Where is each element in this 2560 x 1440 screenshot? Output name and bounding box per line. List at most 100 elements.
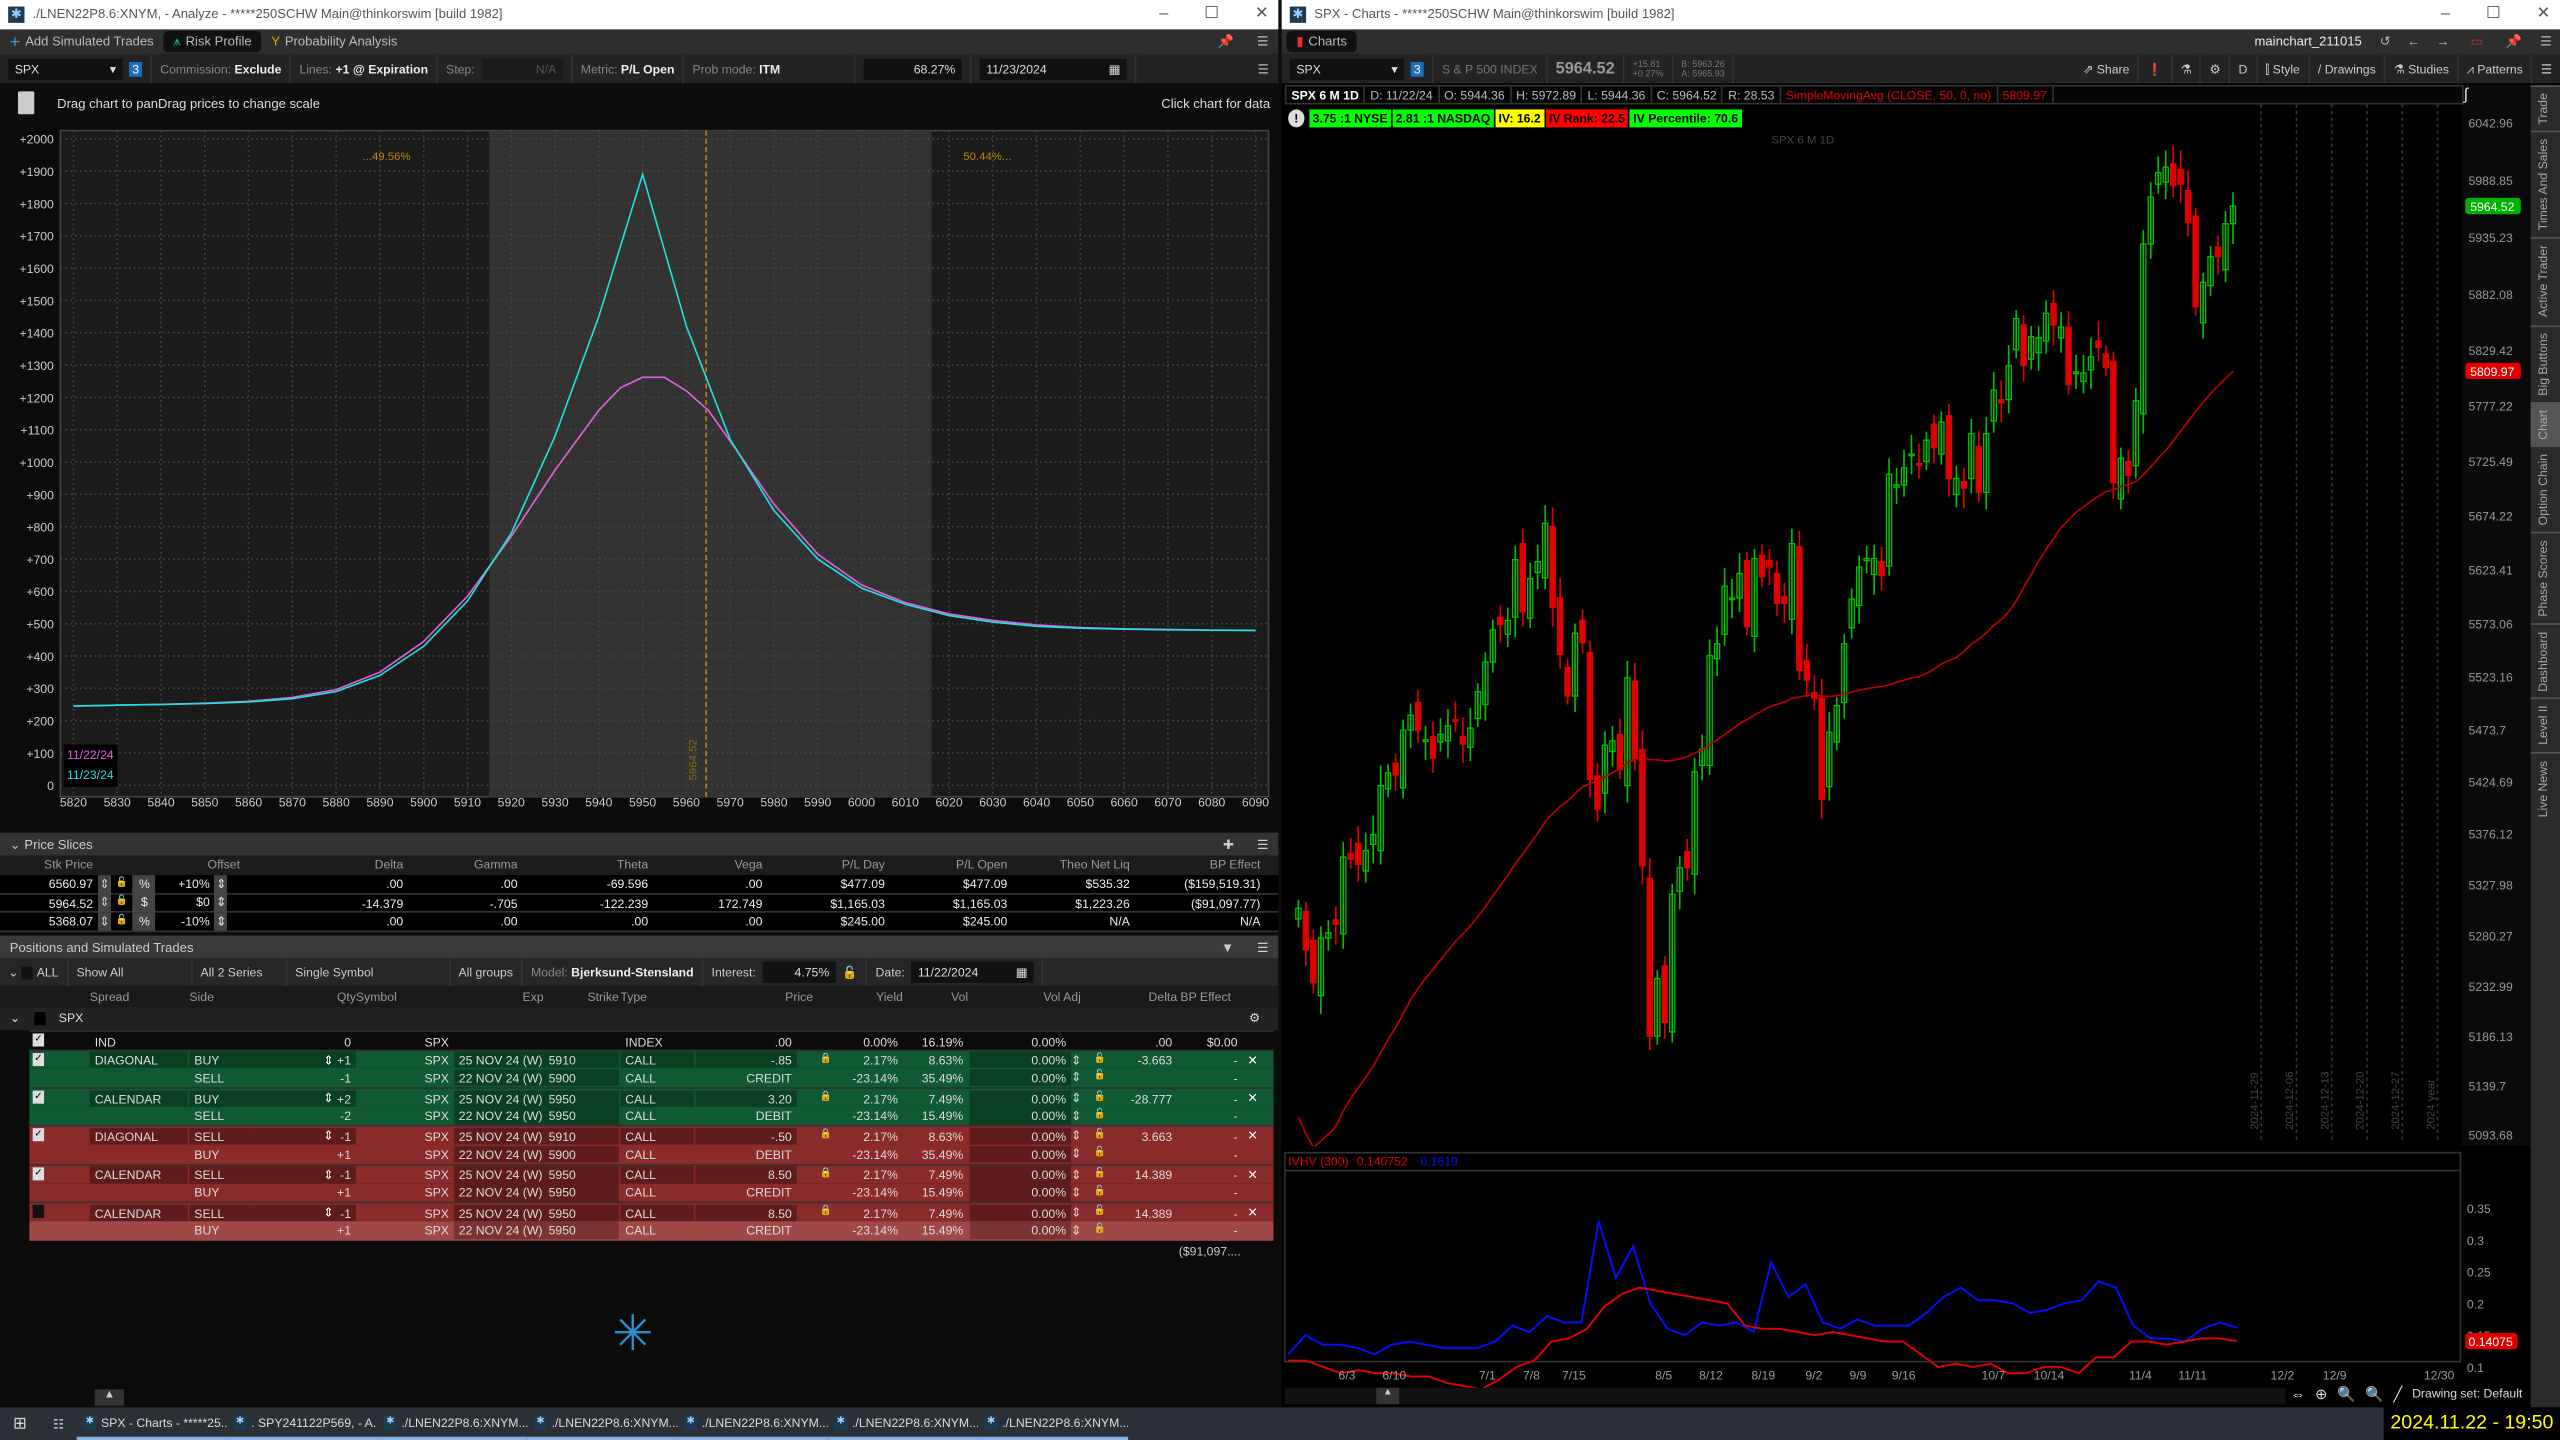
exp-cell[interactable]: 22 NOV 24 (W) <box>454 1107 544 1124</box>
lock-icon[interactable]: 🔓 <box>116 912 128 931</box>
calendar-icon[interactable]: ▦ <box>1016 965 1028 980</box>
draw-line-icon[interactable]: ╱ <box>2393 1386 2402 1404</box>
remove-button[interactable]: ✕ <box>1247 1165 1257 1184</box>
taskbar-item[interactable]: ✱./LNEN22P8.6:XNYM... <box>678 1407 828 1440</box>
minimize-button[interactable]: – <box>1159 0 1168 29</box>
lock-icon[interactable]: 🔓 <box>1094 1165 1106 1184</box>
offset-unit-button[interactable]: % <box>133 912 156 931</box>
price-cell[interactable]: 8.50 <box>696 1204 797 1221</box>
row-checkbox[interactable]: ✓ <box>33 1033 44 1046</box>
risk-profile-chart[interactable]: 0+100+200+300+400+500+600+700+800+900+10… <box>0 124 1278 816</box>
qty-cell[interactable]: -1 <box>255 1166 356 1183</box>
scroll-handle[interactable]: ▲ <box>1376 1388 1399 1404</box>
type-cell[interactable]: CALL <box>620 1204 693 1221</box>
add-slice-button[interactable]: ✚ <box>1223 837 1257 852</box>
select-all-checkbox[interactable] <box>22 966 33 979</box>
lock-icon[interactable]: 🔓 <box>116 893 128 912</box>
price-stepper[interactable]: ⇕ <box>98 874 111 893</box>
interest-input[interactable]: 4.75% <box>762 962 835 983</box>
zoom-in-icon[interactable]: 🔍 <box>2337 1386 2355 1404</box>
crosshair-icon[interactable]: ⊕ <box>2315 1386 2327 1404</box>
price-cell[interactable]: -.85 <box>696 1052 797 1069</box>
spread-cell[interactable]: CALENDAR <box>90 1166 188 1183</box>
commission-select[interactable]: Commission: Exclude <box>152 56 291 84</box>
lock-icon[interactable]: 🔓 <box>116 874 128 893</box>
lock-icon[interactable]: 🔓 <box>1094 1221 1106 1240</box>
side-tab-times-and-sales[interactable]: Times And Sales <box>2531 131 2560 237</box>
quantity-stepper[interactable]: ⇕ <box>323 1204 333 1223</box>
patterns-button[interactable]: ⩘ Patterns <box>2459 56 2533 84</box>
slices-menu-icon[interactable]: ☰ <box>1257 837 1279 852</box>
chart-name[interactable]: mainchart_211015 <box>2245 34 2372 49</box>
voladj-cell[interactable]: 0.00% <box>970 1128 1071 1145</box>
prob-mode-select[interactable]: Prob mode: ITM <box>684 56 855 84</box>
tab-charts[interactable]: ▮Charts <box>1287 31 1357 52</box>
row-checkbox[interactable]: ✓ <box>33 1167 44 1180</box>
spread-cell[interactable]: DIAGONAL <box>90 1052 188 1069</box>
exp-cell[interactable]: 22 NOV 24 (W) <box>454 1069 544 1086</box>
price-stepper[interactable]: ⇕ <box>1071 1127 1081 1146</box>
tab-add-simulated-trades[interactable]: +Add Simulated Trades <box>0 29 164 53</box>
lock-icon[interactable]: 🔒 <box>820 1089 832 1108</box>
voladj-cell[interactable]: 0.00% <box>970 1069 1071 1086</box>
strike-cell[interactable]: 5950 <box>544 1107 619 1124</box>
drawing-set-select[interactable]: Drawing set: Default <box>2412 1386 2522 1404</box>
exp-cell[interactable]: 25 NOV 24 (W) <box>454 1052 544 1069</box>
aggregation-button[interactable]: D <box>2230 56 2257 84</box>
voladj-cell[interactable]: 0.00% <box>970 1184 1071 1201</box>
lock-icon[interactable]: 🔓 <box>1094 1183 1106 1202</box>
link-badge[interactable]: 3 <box>129 62 142 77</box>
row-checkbox[interactable] <box>33 1205 44 1218</box>
settings-button[interactable]: ⚙ <box>2201 56 2230 84</box>
side-tab-option-chain[interactable]: Option Chain <box>2531 446 2560 532</box>
price-stepper[interactable]: ⇕ <box>1071 1068 1081 1087</box>
chart-scrollbar[interactable]: ▲ <box>1285 1388 2286 1404</box>
voladj-cell[interactable]: 0.00% <box>970 1166 1071 1183</box>
maximize-button[interactable]: ☐ <box>1204 0 1219 29</box>
exp-cell[interactable]: 25 NOV 24 (W) <box>454 1128 544 1145</box>
voladj-cell[interactable]: 0.00% <box>970 1033 1071 1050</box>
strike-cell[interactable]: 5950 <box>544 1090 619 1107</box>
side-tab-phase-scores[interactable]: Phase Scores <box>2531 532 2560 623</box>
positions-date-input[interactable]: 11/22/2024▦ <box>911 962 1033 983</box>
strike-cell[interactable]: 5900 <box>544 1069 619 1086</box>
chart-symbol-input[interactable]: SPX▾ <box>1290 59 1404 80</box>
price-stepper[interactable]: ⇕ <box>1071 1145 1081 1164</box>
lock-icon[interactable]: 🔒 <box>820 1051 832 1070</box>
side-cell[interactable]: BUY <box>189 1090 254 1107</box>
price-stepper[interactable]: ⇕ <box>98 893 111 912</box>
collapse-icon[interactable]: ⌄ <box>8 965 18 980</box>
chart-menu-icon[interactable]: ☰ <box>2533 62 2560 77</box>
quantity-stepper[interactable]: ⇕ <box>323 1165 333 1184</box>
side-cell[interactable]: SELL <box>189 1128 254 1145</box>
menu-icon[interactable]: ☰ <box>1247 34 1278 49</box>
exp-cell[interactable]: 25 NOV 24 (W) <box>454 1204 544 1221</box>
type-cell[interactable]: CALL <box>620 1128 693 1145</box>
metric-select[interactable]: Metric: P/L Open <box>573 56 685 84</box>
offset-stepper[interactable]: ⇕ <box>215 874 228 893</box>
minimize-button[interactable]: – <box>2441 0 2450 29</box>
exp-cell[interactable]: 22 NOV 24 (W) <box>454 1184 544 1201</box>
qty-cell[interactable]: -1 <box>255 1204 356 1221</box>
price-stepper[interactable]: ⇕ <box>1071 1107 1081 1126</box>
style-button[interactable]: ⫿ Style <box>2257 56 2310 84</box>
exp-cell[interactable]: 22 NOV 24 (W) <box>454 1146 544 1163</box>
strike-cell[interactable]: 5950 <box>544 1166 619 1183</box>
lock-icon[interactable]: 🔓 <box>842 965 857 980</box>
price-cell[interactable]: 3.20 <box>696 1090 797 1107</box>
qty-cell[interactable]: +2 <box>255 1090 356 1107</box>
taskbar-item[interactable]: ✱./LNEN22P8.6:XNYM... <box>828 1407 978 1440</box>
side-tab-trade[interactable]: Trade <box>2531 85 2560 131</box>
price-cell[interactable]: .00 <box>696 1033 797 1050</box>
task-view-icon[interactable]: ☷ <box>40 1416 77 1431</box>
series-select[interactable]: All 2 Series <box>192 958 287 986</box>
exp-cell[interactable]: 25 NOV 24 (W) <box>454 1166 544 1183</box>
price-stepper[interactable]: ⇕ <box>1071 1204 1081 1223</box>
chart-mode-icon[interactable] <box>18 91 34 114</box>
close-button[interactable]: ✕ <box>2537 0 2551 29</box>
spread-cell[interactable]: CALENDAR <box>90 1204 188 1221</box>
qty-cell[interactable]: +1 <box>255 1052 356 1069</box>
remove-button[interactable]: ✕ <box>1247 1089 1257 1108</box>
side-cell[interactable]: SELL <box>189 1204 254 1221</box>
undo-icon[interactable]: ↺ <box>2372 34 2399 49</box>
